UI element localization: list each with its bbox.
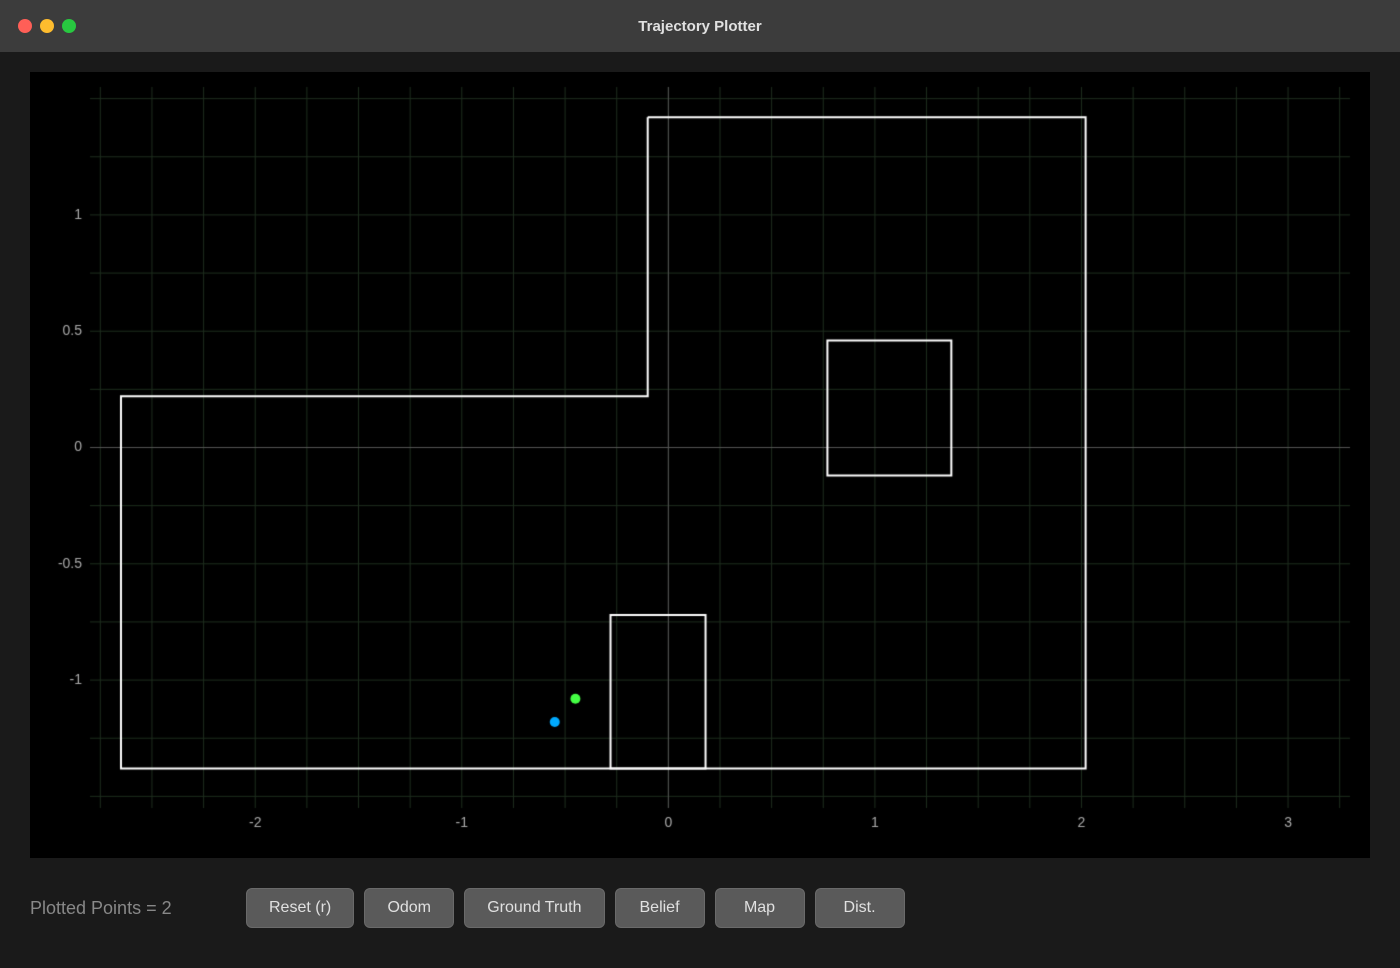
window-title: Trajectory Plotter (638, 18, 761, 35)
odom-button[interactable]: Odom (364, 888, 454, 928)
plotted-points-label: Plotted Points = 2 (30, 898, 230, 919)
toolbar-buttons: Reset (r) Odom Ground Truth Belief Map D… (246, 888, 905, 928)
minimize-button[interactable] (40, 19, 54, 33)
plot-area[interactable] (30, 72, 1370, 858)
main-content: Plotted Points = 2 Reset (r) Odom Ground… (0, 52, 1400, 968)
maximize-button[interactable] (62, 19, 76, 33)
traffic-lights (18, 19, 76, 33)
trajectory-canvas[interactable] (30, 72, 1370, 858)
bottom-bar: Plotted Points = 2 Reset (r) Odom Ground… (30, 858, 1370, 948)
close-button[interactable] (18, 19, 32, 33)
dist-button[interactable]: Dist. (815, 888, 905, 928)
ground-truth-button[interactable]: Ground Truth (464, 888, 604, 928)
map-button[interactable]: Map (715, 888, 805, 928)
reset-button[interactable]: Reset (r) (246, 888, 354, 928)
title-bar: Trajectory Plotter (0, 0, 1400, 52)
belief-button[interactable]: Belief (615, 888, 705, 928)
